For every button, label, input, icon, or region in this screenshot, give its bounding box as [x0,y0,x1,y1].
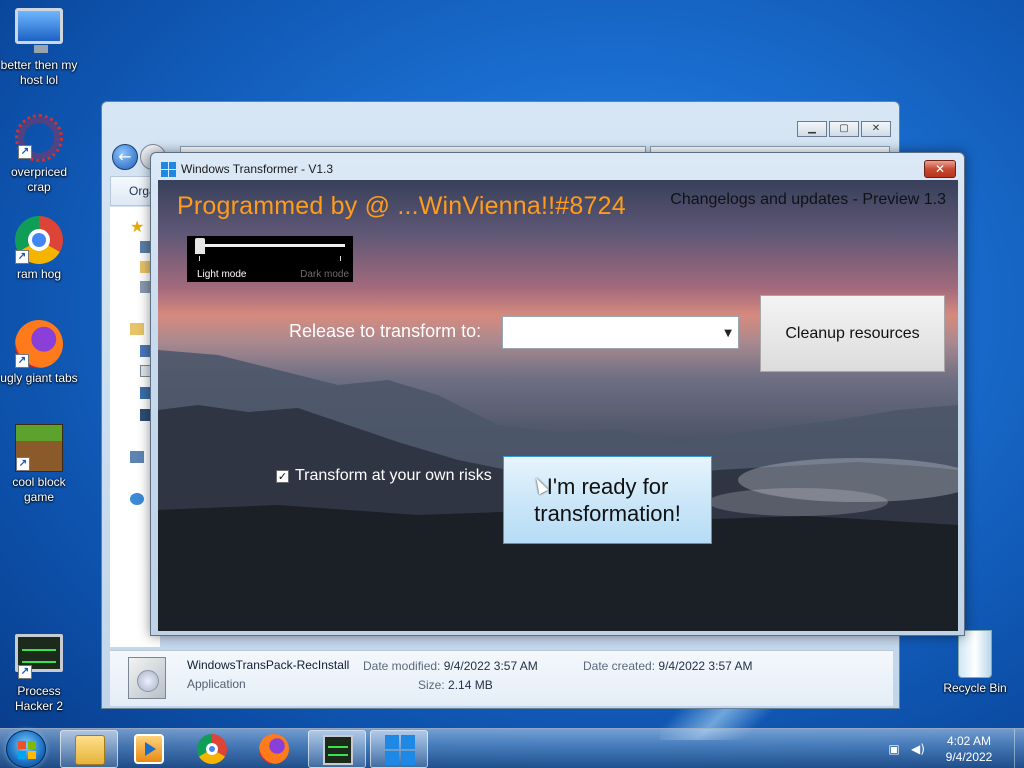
desktop-icon-process-hacker[interactable]: ↗ Process Hacker 2 [0,634,78,714]
date-modified-label: Date modified: [363,659,441,673]
taskbar-process-hacker[interactable] [308,730,366,768]
shortcut-arrow-icon: ↗ [18,145,32,159]
shortcut-arrow-icon: ↗ [18,665,32,679]
minimize-button[interactable]: ▁ [797,121,827,137]
desktop-icon-label: better then my host lol [0,58,78,87]
chrome-icon [197,734,227,764]
volume-icon[interactable]: ◀) [910,742,926,756]
chrome-icon: ↗ [15,216,63,264]
ready-button-line2: transformation! [534,501,681,526]
recycle-bin-icon [958,630,992,678]
size-label: Size: [418,678,445,692]
libraries-icon[interactable] [130,323,144,335]
release-label: Release to transform to: [289,321,482,341]
system-tray: ▣ ◀) 4:02 AM 9/4/2022 [886,729,1016,768]
cleanup-resources-button[interactable]: Cleanup resources [760,295,945,372]
ready-for-transformation-button[interactable]: I'm ready for transformation! [503,456,712,544]
desktop-icon-computer[interactable]: better then my host lol [0,8,78,88]
window-title: Windows Transformer - V1.3 [181,162,334,176]
taskbar-chrome[interactable] [183,730,241,768]
close-button[interactable]: ✕ [924,160,956,178]
shortcut-arrow-icon: ↗ [15,354,29,368]
computer-icon [15,8,63,53]
clock-time: 4:02 AM [946,734,992,748]
taskbar: ▣ ◀) 4:02 AM 9/4/2022 [0,728,1024,768]
shortcut-arrow-icon: ↗ [15,250,29,264]
network-icon[interactable] [130,493,144,505]
clock-date: 9/4/2022 [945,750,993,764]
desktop-icon-label: ram hog [16,267,62,281]
windows-flag-icon [18,741,36,759]
installer-file-icon [128,657,166,699]
release-dropdown[interactable]: ▼ [502,316,739,349]
date-created-label: Date created: [583,659,656,673]
taskbar-media-player[interactable] [120,730,178,768]
process-hacker-icon [323,735,353,765]
taskbar-firefox[interactable] [245,730,303,768]
desktop-icon-ugly-giant-tabs[interactable]: ↗ ugly giant tabs [0,320,78,386]
date-created-value: 9/4/2022 3:57 AM [658,659,753,673]
overpriced-crap-icon: ↗ [15,114,63,162]
slider-thumb[interactable] [195,238,205,254]
explorer-icon [75,735,105,765]
dark-mode-label: Dark mode [300,269,349,280]
slider-tick [199,256,200,261]
start-button[interactable] [6,730,46,768]
desktop-icon-ram-hog[interactable]: ↗ ram hog [0,216,78,282]
desktop-icon-recycle-bin[interactable]: Recycle Bin [936,630,1014,696]
changelog-link[interactable]: Changelogs and updates - Preview 1.3 [670,191,946,209]
date-created: Date created: 9/4/2022 3:57 AM [583,659,752,673]
desktop-icon-label: Process Hacker 2 [14,684,64,713]
light-mode-label: Light mode [197,269,247,280]
desktop-icon-label: overpriced crap [10,165,68,194]
firefox-icon [259,734,289,764]
risk-checkbox-row[interactable]: ✓ Transform at your own risks [276,467,492,485]
size-value: 2.14 MB [448,678,493,692]
windows-logo-icon [161,162,176,177]
shortcut-arrow-icon: ↗ [16,457,30,471]
favorites-star-icon[interactable]: ★ [130,217,144,236]
clock[interactable]: 4:02 AM 9/4/2022 [934,733,1004,765]
show-desktop-button[interactable] [1014,729,1024,768]
back-arrow-icon[interactable]: ← [112,144,138,170]
windows-transformer-window[interactable]: Windows Transformer - V1.3 ✕ Programmed … [150,152,965,636]
details-pane: WindowsTransPack-RecInstall Application … [110,650,893,706]
desktop-icon-overpriced-crap[interactable]: ↗ overpriced crap [0,114,78,195]
risk-checkbox-label[interactable]: Transform at your own risks [295,467,492,485]
network-icon[interactable]: ▣ [886,742,902,756]
taskbar-explorer[interactable] [60,730,118,768]
desktop-icon-label: cool block game [12,475,66,504]
media-player-icon [134,734,164,764]
date-modified-value: 9/4/2022 3:57 AM [443,659,538,673]
desktop-icon-label: ugly giant tabs [0,371,78,385]
slider-tick [340,256,341,261]
transformer-client-area: Programmed by @ ...WinVienna!!#8724 Chan… [158,180,958,631]
taskbar-windows-transformer[interactable] [370,730,428,768]
date-modified: Date modified: 9/4/2022 3:57 AM [363,659,538,673]
close-button[interactable]: ✕ [861,121,891,137]
file-type: Application [187,677,246,691]
process-hacker-icon: ↗ [15,634,63,679]
explorer-caption-buttons: ▁ ▢ ✕ [795,121,891,137]
file-name: WindowsTransPack-RecInstall [187,658,350,672]
desktop-icon-cool-block-game[interactable]: ↗ cool block game [0,424,78,505]
minecraft-icon: ↗ [15,424,63,472]
computer-nav-icon[interactable] [130,451,144,463]
desktop-icon-label: Recycle Bin [943,681,1007,695]
firefox-icon: ↗ [15,320,63,368]
chevron-down-icon[interactable]: ▼ [724,328,732,339]
programmer-credit-heading: Programmed by @ ...WinVienna!!#8724 [177,192,626,220]
theme-slider[interactable]: Light mode Dark mode [187,236,353,282]
maximize-button[interactable]: ▢ [829,121,859,137]
windows-transformer-icon [385,735,415,765]
file-size: Size: 2.14 MB [418,678,493,692]
risk-checkbox[interactable]: ✓ [276,469,289,483]
slider-track [199,244,345,247]
